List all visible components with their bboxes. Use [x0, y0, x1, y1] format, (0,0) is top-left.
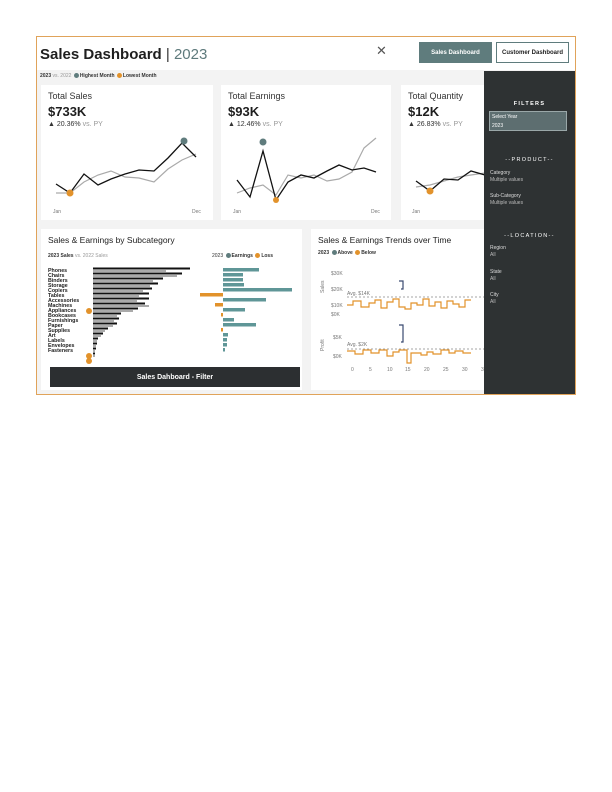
filter-button[interactable]: Sales Dahboard - Filter [50, 367, 300, 387]
sales-tick: $30K [331, 271, 343, 277]
subcategory-filter[interactable]: Multiple values [490, 200, 523, 206]
sales-axis-title: Sales [320, 280, 326, 293]
title-text: Sales Dashboard [40, 46, 162, 63]
filters-panel: FILTERS Select Year 2023 --PRODUCT-- Cat… [484, 71, 575, 394]
sales-tick: $20K [331, 287, 343, 293]
region-label: Region [490, 245, 506, 251]
year-select[interactable]: Select Year 2023 [489, 111, 567, 131]
region-filter[interactable]: All [490, 252, 496, 258]
kpi-axis-end: Dec [192, 209, 201, 215]
year-select-value: 2023 [492, 123, 504, 129]
filters-heading: FILTERS [513, 101, 546, 107]
kpi-axis-start: Jan [53, 209, 61, 215]
profit-tick: $0K [333, 354, 343, 360]
category-label: Category [490, 170, 511, 176]
sales-current-line [55, 142, 197, 194]
svg-text:25: 25 [443, 367, 449, 373]
state-label: State [490, 269, 502, 275]
sales-above-series [399, 280, 404, 290]
state-filter[interactable]: All [490, 276, 496, 282]
lowest-month-marker [273, 197, 279, 203]
profit-tick: $5K [333, 335, 343, 341]
svg-text:30: 30 [462, 367, 468, 373]
profit-below-series [347, 349, 471, 364]
kpi-card-earnings[interactable]: Total Earnings $93K ▲ 12.46% vs. PY Jan … [221, 85, 391, 220]
kpi-axis-start: Jan [412, 209, 420, 215]
customer-dashboard-button[interactable]: Customer Dashboard [496, 42, 569, 63]
svg-text:15: 15 [405, 367, 411, 373]
title-year: 2023 [173, 46, 208, 63]
lowest-dot-icon [116, 73, 122, 79]
title-separator: | [165, 46, 170, 63]
legend-current-year: 2023 [40, 73, 52, 79]
lowest-month-marker [426, 187, 434, 195]
highest-month-marker [180, 137, 188, 145]
sales-below-series [347, 298, 471, 310]
kpi-axis-end: Dec [371, 209, 380, 215]
sales-tick: $0K [331, 312, 341, 318]
subcategory-label: Fasteners [48, 348, 73, 354]
kpi-axis-start: Jan [233, 209, 241, 215]
earnings-bars [200, 268, 292, 352]
highest-month-marker [259, 138, 267, 146]
sales-sparkline: Jan Dec [53, 137, 201, 215]
dashboard-frame: Sales Dashboard | 2023 ✕ Sales Dashboard… [36, 36, 576, 395]
earnings-current-line [236, 148, 377, 202]
city-filter[interactable]: All [490, 299, 496, 305]
sales-tick: $10K [331, 303, 343, 309]
city-label: City [490, 292, 499, 298]
sales-dashboard-button[interactable]: Sales Dashboard [419, 42, 492, 63]
profit-average-label: Avg. $2K [347, 342, 368, 348]
svg-text:0: 0 [351, 367, 354, 373]
location-heading: --LOCATION-- [504, 233, 555, 239]
earnings-sparkline: Jan Dec [233, 137, 380, 215]
svg-text:20: 20 [424, 367, 430, 373]
sales-bars [93, 267, 190, 357]
lowest-month-marker [66, 189, 74, 197]
svg-text:10: 10 [387, 367, 393, 373]
category-filter[interactable]: Multiple values [490, 177, 523, 183]
earnings-prior-line [236, 137, 377, 196]
legend-highest: Highest Month [79, 73, 115, 79]
sales-average-label: Avg. $14K [347, 291, 371, 297]
loss-markers [86, 308, 92, 364]
product-heading: --PRODUCT-- [505, 157, 554, 163]
subcategory-bar-chart: PhonesChairsBindersStorageCopiersTablesA… [48, 267, 292, 364]
profit-above-series [399, 324, 404, 343]
svg-text:5: 5 [369, 367, 372, 373]
legend-lowest: Lowest Month [122, 73, 157, 79]
highest-dot-icon [73, 73, 79, 79]
subcategory-label: Sub-Category [490, 193, 521, 199]
top-legend: 2023 vs. 2022 Highest Month Lowest Month [40, 73, 157, 79]
page-title: Sales Dashboard | 2023 [40, 46, 207, 63]
year-select-label: Select Year [492, 114, 518, 120]
profit-axis-title: Profit [320, 339, 326, 351]
legend-vs-year: vs. 2022 [52, 73, 72, 79]
subcategory-card: Sales & Earnings by Subcategory 2023 Sal… [41, 229, 302, 390]
header-bar: Sales Dashboard | 2023 ✕ Sales Dashboard… [37, 37, 575, 70]
close-icon[interactable]: ✕ [376, 43, 387, 59]
kpi-card-sales[interactable]: Total Sales $733K ▲ 20.36% vs. PY Jan De… [41, 85, 213, 220]
